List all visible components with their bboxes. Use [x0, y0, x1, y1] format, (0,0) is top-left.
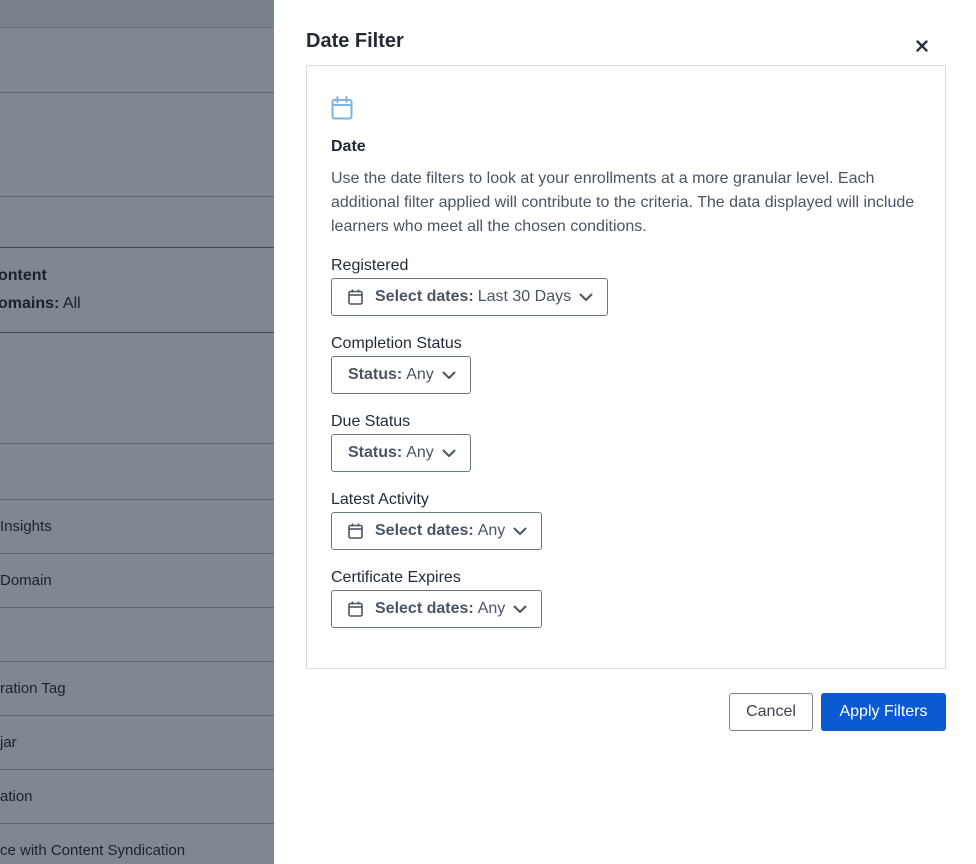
completion-status-dropdown[interactable]: Status: Any	[331, 356, 471, 394]
bg-list-item: Insights	[0, 500, 274, 554]
bg-list-item: jar	[0, 716, 274, 770]
bg-list-item-label: ration Tag	[0, 680, 66, 697]
dropdown-key: Select dates:	[375, 600, 474, 617]
drawer-title: Date Filter	[306, 30, 404, 52]
panel-heading: Date	[331, 138, 366, 155]
background-page: ontent omains: All Insights Domain ratio…	[0, 0, 274, 864]
registered-label: Registered	[331, 257, 409, 274]
bg-list-item: ation	[0, 770, 274, 824]
bg-domains-label: omains:	[0, 295, 60, 312]
calendar-icon	[348, 523, 363, 539]
date-filter-drawer: Date Filter Date Use the date filters to…	[274, 0, 976, 864]
completion-status-label: Completion Status	[331, 335, 462, 352]
bg-content-label: ontent	[0, 267, 47, 284]
panel-description: Use the date filters to look at your enr…	[331, 170, 915, 235]
bg-list-item: ce with Content Syndication	[0, 824, 274, 864]
due-status-dropdown[interactable]: Status: Any	[331, 434, 471, 472]
bg-content-summary: ontent omains: All	[0, 248, 274, 333]
chevron-down-icon	[513, 527, 527, 536]
bg-list-item-label: ation	[0, 788, 33, 805]
bg-row-blank-4	[0, 333, 274, 444]
dropdown-value: Any	[477, 522, 506, 539]
bg-list-item: ration Tag	[0, 662, 274, 716]
chevron-down-icon	[442, 371, 456, 380]
dropdown-value: Any	[406, 366, 434, 383]
dropdown-key: Select dates:	[375, 522, 474, 539]
dropdown-value: Any	[477, 600, 506, 617]
chevron-down-icon	[579, 293, 593, 302]
bg-list-item	[0, 608, 274, 662]
calendar-icon	[348, 601, 363, 617]
bg-domains-value: All	[62, 295, 81, 312]
bg-row-blank-5	[0, 444, 274, 500]
bg-row-blank-1	[0, 28, 274, 93]
chevron-down-icon	[442, 449, 456, 458]
bg-header-band	[0, 0, 274, 28]
registered-date-dropdown[interactable]: Select dates: Last 30 Days	[331, 278, 609, 316]
certificate-expires-label: Certificate Expires	[331, 569, 461, 586]
dropdown-key: Select dates:	[375, 288, 474, 305]
latest-activity-label: Latest Activity	[331, 491, 429, 508]
close-icon	[916, 40, 928, 52]
date-filter-panel: Date Use the date filters to look at you…	[306, 65, 946, 669]
dropdown-value: Last 30 Days	[477, 288, 572, 305]
dropdown-key: Status:	[348, 366, 403, 383]
chevron-down-icon	[513, 605, 527, 614]
bg-list-item-label: Domain	[0, 572, 52, 589]
bg-list-item-label: jar	[0, 734, 17, 751]
bg-list-item: Domain	[0, 554, 274, 608]
close-button[interactable]	[912, 36, 932, 56]
dropdown-value: Any	[406, 444, 434, 461]
calendar-icon	[331, 96, 353, 125]
latest-activity-date-dropdown[interactable]: Select dates: Any	[331, 512, 543, 550]
apply-filters-button[interactable]: Apply Filters	[821, 693, 946, 731]
bg-list-item-label: Insights	[0, 518, 52, 535]
certificate-expires-date-dropdown[interactable]: Select dates: Any	[331, 590, 543, 628]
calendar-icon	[348, 289, 363, 305]
bg-domains-line: omains: All	[0, 295, 81, 313]
cancel-button[interactable]: Cancel	[729, 693, 813, 731]
bg-row-blank-2	[0, 93, 274, 197]
dropdown-key: Status:	[348, 444, 403, 461]
bg-list-item-label: ce with Content Syndication	[0, 842, 186, 859]
due-status-label: Due Status	[331, 413, 411, 430]
bg-row-blank-3	[0, 197, 274, 248]
